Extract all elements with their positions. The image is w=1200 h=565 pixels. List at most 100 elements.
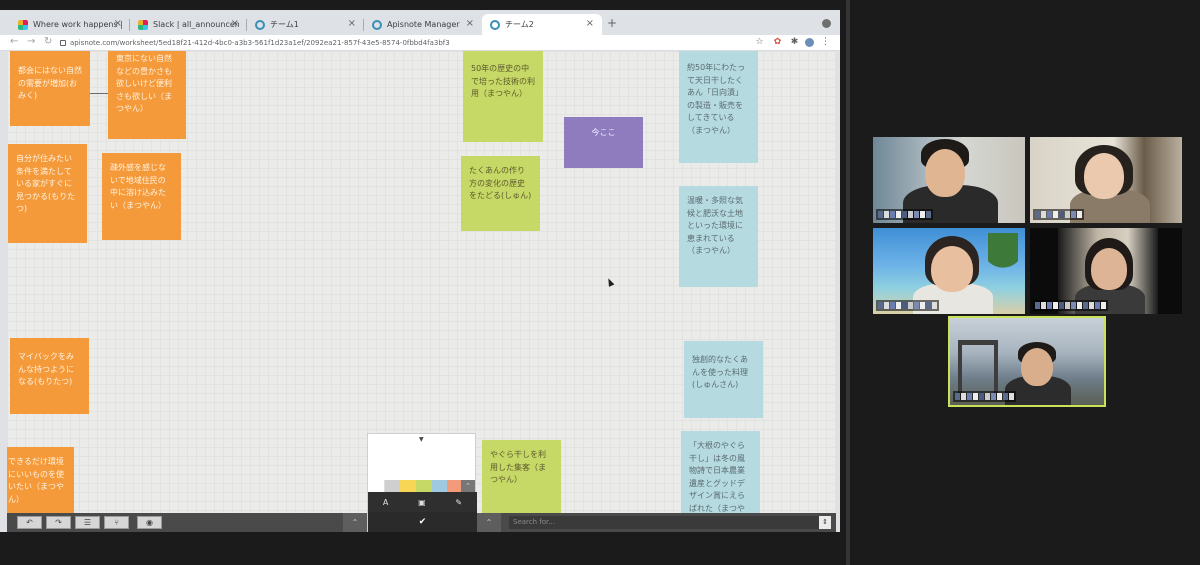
swatch-blue[interactable] <box>431 480 448 492</box>
collapse-up-icon[interactable]: ⌃ <box>343 513 367 532</box>
apisnote-icon <box>490 19 500 30</box>
sticky-note[interactable]: できるだけ環境にいいものを使いたい（まつやん） <box>7 447 74 523</box>
redo-button[interactable]: ↷ <box>46 516 71 529</box>
image-tool-icon[interactable]: ▣ <box>418 498 426 507</box>
mouse-cursor <box>605 277 615 287</box>
video-tile-participant-1[interactable] <box>873 137 1025 223</box>
star-icon[interactable]: ☆ <box>755 38 764 47</box>
sticky-note[interactable]: 「大根のやぐら干し」は冬の風物詩で日本農業遺産とグッドデザイン賞にえらばれた（ま… <box>681 431 760 523</box>
address-bar[interactable]: apisnote.com/worksheet/5ed18f21-412d-4bc… <box>60 36 750 49</box>
sticky-note[interactable]: 疎外感を感じないで地域住民の中に溶け込みたい（まつやん） <box>102 153 181 240</box>
tab-label: Slack | all_announcement | 20… <box>153 20 239 29</box>
video-tile-participant-2[interactable] <box>1030 137 1182 223</box>
participant-nameplate <box>1033 209 1084 220</box>
confirm-button[interactable]: ✔ <box>368 512 477 532</box>
new-tab-button[interactable]: + <box>607 16 617 30</box>
apisnote-icon <box>372 19 382 30</box>
participant-face <box>1091 248 1127 290</box>
sticky-note[interactable]: 今ここ <box>564 117 643 168</box>
apisnote-icon <box>255 19 265 30</box>
participant-nameplate <box>953 391 1016 402</box>
participant-face <box>931 246 973 292</box>
sticky-note[interactable]: 自分が住みたい条件を満たしている家がすぐに見つかる(もりたつ) <box>8 144 87 243</box>
swatch-gray[interactable] <box>384 480 401 492</box>
sticky-note[interactable]: たくあんの作り方の変化の歴史をたどる(しゅん) <box>461 156 540 231</box>
sticky-note[interactable]: 独創的なたくあんを使った料理(しゅんさん) <box>684 341 763 418</box>
participant-nameplate <box>876 209 933 220</box>
sticky-note[interactable]: 50年の歴史の中で培った技術の利用（まつやん） <box>463 51 543 142</box>
note-text: 東京にない自然などの豊かさも欲しいけど便利さも欲しい（まつやん） <box>116 54 172 113</box>
note-text: できるだけ環境にいいものを使いたい（まつやん） <box>8 457 64 504</box>
search-stepper[interactable]: ⇕ <box>819 516 831 529</box>
note-style-palette: ▼ ⌃ A ▣ ✎ ✔ <box>367 433 477 532</box>
note-text: 疎外感を感じないで地域住民の中に溶け込みたい（まつやん） <box>110 163 166 210</box>
note-text: 「大根のやぐら干し」は冬の風物詩で日本農業遺産とグッドデザイン賞にえらばれた（ま… <box>689 441 745 523</box>
collapse-up-icon[interactable]: ⌃ <box>461 480 475 492</box>
video-tile-participant-5-active-speaker[interactable] <box>948 316 1106 407</box>
note-connector-line <box>90 93 110 94</box>
note-text: たくあんの作り方の変化の歴史をたどる(しゅん) <box>469 166 532 200</box>
note-text: 約50年にわたって天日干したくあん「日向漬」の製造・販売をしてきている（まつやん… <box>687 63 746 135</box>
sticky-note[interactable]: 東京にない自然などの豊かさも欲しいけど便利さも欲しい（まつやん） <box>108 51 186 139</box>
participant-nameplate <box>1033 300 1108 311</box>
text-tool-icon[interactable]: A <box>383 498 388 507</box>
tab-label: チーム1 <box>270 20 299 29</box>
collapse-up-icon[interactable]: ⌃ <box>477 513 501 532</box>
reload-button[interactable]: ↻ <box>44 36 52 47</box>
list-view-button[interactable]: ☰ <box>75 516 100 529</box>
browser-window: Where work happens | Slack × Slack | all… <box>0 10 840 532</box>
close-icon[interactable]: × <box>466 18 474 29</box>
participant-face <box>1084 153 1124 199</box>
tab-slack-home[interactable]: Where work happens | Slack × <box>10 14 130 35</box>
note-text: 今ここ <box>591 128 616 137</box>
tab-label: Where work happens | Slack <box>33 20 122 29</box>
search-input[interactable]: Search for... <box>509 516 819 529</box>
undo-button[interactable]: ↶ <box>17 516 42 529</box>
slack-icon <box>138 19 148 30</box>
tab-strip: Where work happens | Slack × Slack | all… <box>0 10 840 35</box>
swatch-white[interactable] <box>368 480 385 492</box>
kebab-menu-icon[interactable]: ⋮ <box>821 38 830 47</box>
tab-label: Apisnote Manager <box>387 20 460 29</box>
sticky-note[interactable]: 温暖・多照な気候と肥沃な土地といった環境に恵まれている（まつやん） <box>679 186 758 287</box>
note-text: 都会にはない自然の需要が増加(おみく) <box>18 66 82 100</box>
tab-apisnote-manager[interactable]: Apisnote Manager × <box>364 14 482 35</box>
participant-face <box>925 149 965 197</box>
back-button[interactable]: ← <box>10 36 18 47</box>
close-icon[interactable]: × <box>586 18 594 29</box>
puzzle-icon[interactable]: ✱ <box>790 38 799 47</box>
caret-down-icon[interactable]: ▼ <box>419 436 424 443</box>
swatch-green[interactable] <box>416 480 432 492</box>
palm-tree-background <box>988 233 1018 303</box>
window-control-icon[interactable] <box>822 19 831 28</box>
lock-icon <box>60 39 66 46</box>
close-icon[interactable]: × <box>348 18 356 29</box>
close-icon[interactable]: × <box>231 18 239 29</box>
tab-label: チーム2 <box>505 20 534 29</box>
browser-toolbar: ← → ↻ apisnote.com/worksheet/5ed18f21-41… <box>0 35 840 51</box>
pen-tool-icon[interactable]: ✎ <box>455 498 462 507</box>
close-icon[interactable]: × <box>114 18 122 29</box>
tab-team1[interactable]: チーム1 × <box>247 14 364 35</box>
screen: Where work happens | Slack × Slack | all… <box>0 0 1200 565</box>
extension-icon[interactable]: ✿ <box>773 38 782 47</box>
video-tile-participant-3[interactable] <box>873 228 1025 314</box>
forward-button[interactable]: → <box>27 36 35 47</box>
note-text: 独創的なたくあんを使った料理(しゅんさん) <box>692 355 748 389</box>
branch-button[interactable]: ⑂ <box>104 516 129 529</box>
note-text: マイバックをみんな持つようになる(もりたつ) <box>18 352 74 386</box>
profile-avatar[interactable] <box>805 38 814 47</box>
swatch-yellow[interactable] <box>400 480 417 492</box>
slack-icon <box>18 19 28 30</box>
video-tile-participant-4[interactable] <box>1030 228 1182 314</box>
tab-slack-announcement[interactable]: Slack | all_announcement | 20… × <box>130 14 247 35</box>
note-text: 温暖・多照な気候と肥沃な土地といった環境に恵まれている（まつやん） <box>687 196 743 255</box>
tab-team2[interactable]: チーム2 × <box>482 14 602 35</box>
sticky-note[interactable]: やぐら干しを利用した集客（まつやん） <box>482 440 561 516</box>
sticky-note[interactable]: 都会にはない自然の需要が増加(おみく) <box>10 51 90 126</box>
sticky-note[interactable]: マイバックをみんな持つようになる(もりたつ) <box>10 338 89 414</box>
participant-face <box>1021 348 1053 386</box>
visibility-button[interactable]: ◉ <box>137 516 162 529</box>
sticky-note[interactable]: 約50年にわたって天日干したくあん「日向漬」の製造・販売をしてきている（まつやん… <box>679 51 758 163</box>
note-text: やぐら干しを利用した集客（まつやん） <box>490 450 546 484</box>
